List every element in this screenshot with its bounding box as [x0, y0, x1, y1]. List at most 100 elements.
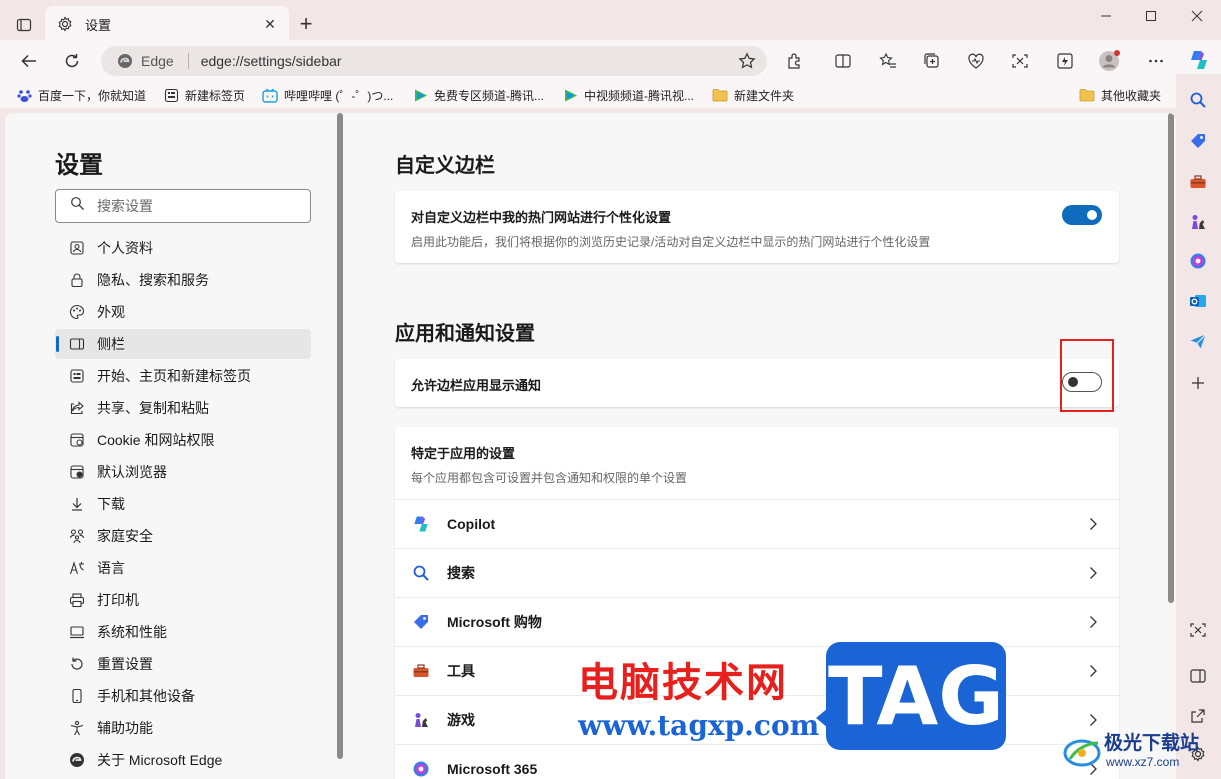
phone-icon [68, 687, 86, 705]
bookmark-item[interactable]: 免费专区频道-腾讯... [412, 86, 544, 104]
sidebar-item-family[interactable]: 家庭安全 [55, 521, 311, 551]
folder-icon [1079, 87, 1095, 103]
sidebar-item-phone[interactable]: 手机和其他设备 [55, 681, 311, 711]
gear-icon [55, 14, 75, 34]
site-info[interactable]: Edge [117, 53, 174, 69]
tab-actions-icon[interactable] [10, 11, 38, 39]
sidebar-item-sidebar[interactable]: 侧栏 [55, 329, 311, 359]
browser-essentials-icon[interactable] [965, 50, 987, 72]
sidebar-item-profile[interactable]: 个人资料 [55, 233, 311, 263]
baidu-icon [16, 87, 32, 103]
sidebar-item-accessibility[interactable]: 辅助功能 [55, 713, 311, 743]
copilot-icon[interactable] [1186, 47, 1212, 73]
brand-logo-icon [1063, 739, 1101, 767]
other-favorites-folder[interactable]: 其他收藏夹 [1079, 86, 1161, 104]
sidebar-item-cookies[interactable]: Cookie 和网站权限 [55, 425, 311, 455]
app-row-search[interactable]: 搜索 [395, 548, 1119, 597]
bookmark-item[interactable]: 中视频频道-腾讯视... [562, 86, 694, 104]
shopping-tag-icon[interactable] [1186, 129, 1210, 153]
tab-title: 设置 [85, 17, 112, 33]
search-icon[interactable] [1186, 88, 1210, 112]
performance-icon[interactable] [1054, 50, 1076, 72]
personalize-top-sites-card: 对自定义边栏中我的热门网站进行个性化设置 启用此功能后，我们将根据你的浏览历史记… [395, 191, 1119, 263]
address-bar[interactable]: Edge edge://settings/sidebar [101, 46, 767, 76]
appearance-icon [68, 303, 86, 321]
toolbar: Edge edge://settings/sidebar [0, 40, 1221, 82]
maximize-button[interactable] [1131, 4, 1171, 28]
bookmark-item[interactable]: 哔哩哔哩 (゜-゜)つ... [262, 86, 393, 104]
chevron-right-icon [1083, 661, 1103, 681]
reset-icon [68, 655, 86, 673]
url-text[interactable]: edge://settings/sidebar [201, 53, 342, 69]
tencent-video-icon [412, 87, 428, 103]
language-icon [68, 559, 86, 577]
setting-description: 启用此功能后，我们将根据你的浏览历史记录/活动对自定义边栏中显示的热门网站进行个… [411, 235, 931, 249]
setting-title: 对自定义边栏中我的热门网站进行个性化设置 [411, 210, 672, 225]
extensions-puzzle-icon[interactable] [784, 50, 806, 72]
apps-title: 特定于应用的设置 [411, 446, 516, 461]
sidebar-item-share[interactable]: 共享、复制和粘贴 [55, 393, 311, 423]
search-icon [70, 196, 85, 216]
bookmark-item[interactable]: 百度一下，你就知道 [16, 86, 146, 104]
collections-icon[interactable] [921, 50, 943, 72]
minimize-button[interactable] [1086, 4, 1126, 28]
family-icon [68, 527, 86, 545]
m365-icon[interactable] [1186, 249, 1210, 273]
accessibility-icon [68, 719, 86, 737]
external-link-icon[interactable] [1186, 704, 1210, 728]
chess-icon [411, 710, 431, 730]
m365-icon [411, 759, 431, 779]
sidebar-item-downloads[interactable]: 下载 [55, 489, 311, 519]
sidebar-item-appearance[interactable]: 外观 [55, 297, 311, 327]
personalize-toggle[interactable] [1062, 205, 1102, 225]
tab-settings[interactable]: 设置 ✕ [45, 6, 289, 42]
refresh-icon[interactable] [57, 46, 87, 76]
search-settings-box[interactable] [55, 189, 311, 223]
bookmark-folder[interactable]: 新建文件夹 [712, 86, 794, 104]
chevron-right-icon [1083, 612, 1103, 632]
folder-icon [712, 87, 728, 103]
app-row-m365[interactable]: Microsoft 365 [395, 744, 1119, 779]
sidebar-toggle-icon[interactable] [1186, 664, 1210, 688]
favorite-star-icon[interactable] [737, 51, 757, 71]
edge-sidebar [1176, 74, 1221, 779]
close-window-button[interactable] [1177, 4, 1217, 28]
sidebar-item-printers[interactable]: 打印机 [55, 585, 311, 615]
toolbox-icon[interactable] [1186, 170, 1210, 194]
screenshot-icon[interactable] [1186, 618, 1210, 642]
nav-scrollbar[interactable] [337, 113, 343, 759]
printer-icon [68, 591, 86, 609]
profile-avatar-icon[interactable] [1098, 50, 1120, 72]
sidebar-item-default-browser[interactable]: 默认浏览器 [55, 457, 311, 487]
chess-icon[interactable] [1186, 210, 1210, 234]
bookmark-item[interactable]: 新建标签页 [163, 86, 245, 104]
sidebar-item-languages[interactable]: 语言 [55, 553, 311, 583]
sidebar-item-privacy[interactable]: 隐私、搜索和服务 [55, 265, 311, 295]
back-arrow-icon[interactable] [14, 46, 44, 76]
send-icon[interactable] [1186, 329, 1210, 353]
watermark-url: www.tagxp.com [578, 709, 820, 742]
section-title-apps-notifications: 应用和通知设置 [395, 323, 535, 345]
browser-icon [68, 463, 86, 481]
main-scrollbar[interactable] [1168, 113, 1174, 603]
bilibili-icon [262, 87, 278, 103]
toolbox-icon [411, 661, 431, 681]
outlook-icon[interactable] [1186, 289, 1210, 313]
split-screen-icon[interactable] [832, 50, 854, 72]
active-indicator [56, 336, 59, 352]
add-icon[interactable] [1186, 371, 1210, 395]
sidebar-item-about[interactable]: 关于 Microsoft Edge [55, 745, 311, 775]
screenshot-icon[interactable] [1009, 50, 1031, 72]
new-tab-button[interactable]: + [294, 13, 318, 37]
search-input[interactable] [97, 198, 297, 214]
favorites-list-icon[interactable] [877, 50, 899, 72]
app-row-copilot[interactable]: Copilot [395, 499, 1119, 548]
page-title: 设置 [55, 152, 103, 179]
app-row-shopping[interactable]: Microsoft 购物 [395, 597, 1119, 646]
sidebar-item-system[interactable]: 系统和性能 [55, 617, 311, 647]
sidebar-item-reset[interactable]: 重置设置 [55, 649, 311, 679]
highlight-box [1060, 339, 1114, 412]
tab-close-icon[interactable]: ✕ [261, 15, 279, 33]
sidebar-item-start-home[interactable]: 开始、主页和新建标签页 [55, 361, 311, 391]
more-menu-icon[interactable] [1145, 50, 1167, 72]
